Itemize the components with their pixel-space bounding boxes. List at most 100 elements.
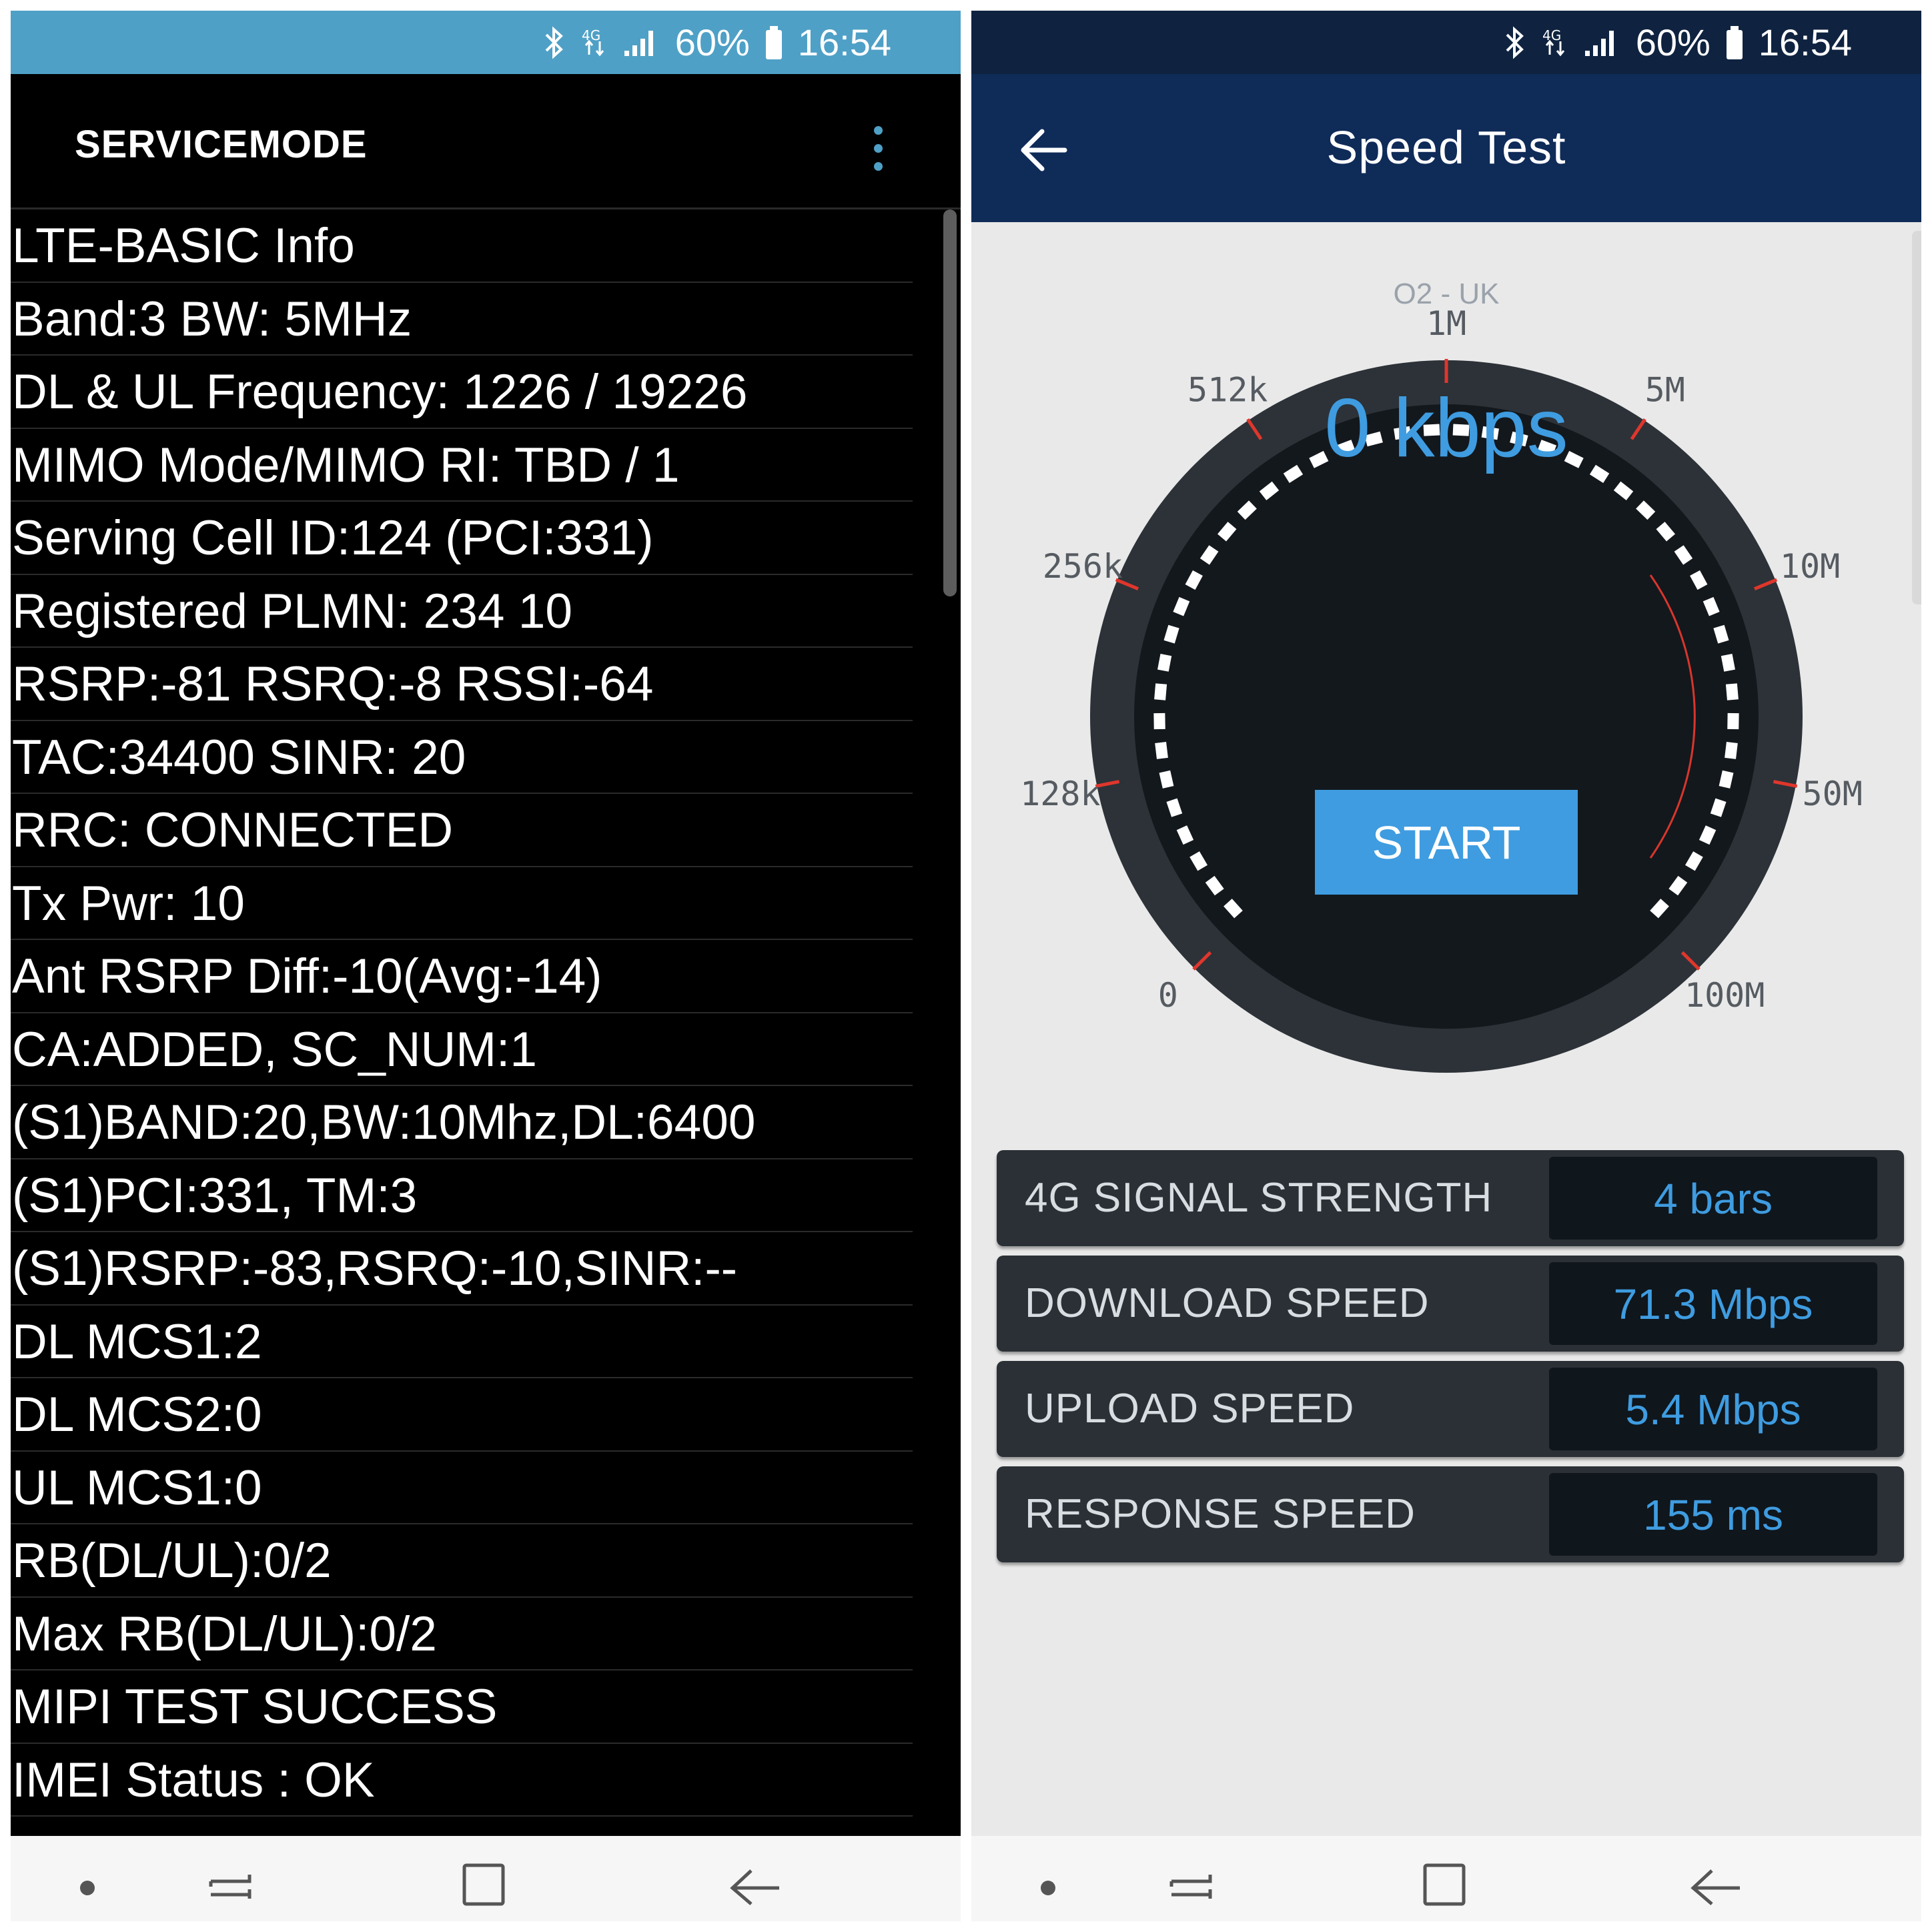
battery-icon (765, 25, 782, 59)
operator-label: O2 - UK (1393, 278, 1500, 310)
back-icon[interactable] (724, 1856, 785, 1909)
stat-label: RESPONSE SPEED (1025, 1491, 1416, 1537)
page-title: SERVICEMODE (75, 123, 368, 166)
gauge-segment (1719, 770, 1734, 789)
service-mode-screen: 4G 60% 16:54 SERVICEMODE LTE-BASIC Info B… (11, 11, 961, 1921)
stat-label: DOWNLOAD SPEED (1025, 1280, 1430, 1326)
signal-icon (624, 30, 653, 56)
info-line: DL MCS1:2 (11, 1306, 913, 1378)
gauge-segment (1237, 500, 1257, 520)
gauge-segment (1159, 770, 1174, 789)
page-title: Speed Test (1326, 121, 1566, 173)
stat-label: UPLOAD SPEED (1025, 1386, 1355, 1432)
stat-value: 4 bars (1654, 1175, 1773, 1223)
gauge-segment (1684, 851, 1703, 871)
info-line: UL MCS1:0 (11, 1452, 913, 1524)
gauge-scale-label: 100M (1684, 976, 1765, 1015)
scrollbar[interactable] (943, 209, 957, 596)
info-line: (S1)BAND:20,BW:10Mhz,DL:6400 (11, 1086, 913, 1159)
speed-test-screen: 4G 60% 16:54 Speed Test 0 128k 256k 512k 1M 5… (971, 11, 1921, 1921)
network-4g-icon: 4G (582, 27, 604, 56)
stat-value-box: 155 ms (1549, 1473, 1877, 1556)
home-icon[interactable] (458, 1856, 511, 1909)
network-label: 4G (1542, 27, 1561, 43)
gauge-segment (1721, 654, 1735, 672)
gauge-segment (1725, 683, 1739, 700)
gauge-segment (1713, 624, 1729, 644)
stat-row: UPLOAD SPEED 5.4 Mbps (997, 1361, 1904, 1457)
gauge-scale-label: 10M (1780, 547, 1840, 586)
stat-label: 4G SIGNAL STRENGTH (1025, 1175, 1493, 1221)
stat-value: 71.3 Mbps (1613, 1280, 1813, 1328)
status-bar: 4G 60% 16:54 (971, 11, 1921, 74)
gauge-segment (1613, 481, 1634, 500)
nav-dot-icon[interactable] (1025, 1856, 1071, 1909)
recents-icon[interactable] (191, 1856, 271, 1909)
back-icon[interactable] (1685, 1856, 1745, 1909)
stat-value: 5.4 Mbps (1625, 1386, 1801, 1434)
gauge-segment (1710, 798, 1727, 817)
clock: 16:54 (1758, 21, 1852, 63)
stat-value-box: 5.4 Mbps (1549, 1368, 1877, 1450)
start-button[interactable]: START (1315, 790, 1578, 895)
lte-info-list[interactable]: LTE-BASIC Info Band:3 BW: 5MHz DL & UL Fre… (11, 209, 913, 1817)
gauge-segment (1163, 624, 1179, 644)
gauge-scale-label: 256k (1043, 547, 1123, 586)
gauge-segment (1189, 851, 1208, 871)
info-line: Band:3 BW: 5MHz (11, 283, 913, 356)
gauge-segment (1176, 825, 1194, 845)
gauge-segment (1173, 596, 1190, 616)
gauge-segment (1690, 570, 1708, 590)
gauge-segment (1703, 596, 1720, 616)
battery-icon (1726, 25, 1743, 59)
gauge-segment (1185, 570, 1203, 590)
info-line: Max RB(DL/UL):0/2 (11, 1598, 913, 1670)
gauge-segment (1668, 875, 1688, 896)
gauge-scale-label: 128k (1020, 775, 1100, 813)
gauge-face (1134, 404, 1759, 1029)
app-header: Speed Test (971, 74, 1921, 222)
status-bar: 4G 60% 16:54 (11, 11, 961, 74)
stat-value: 155 ms (1643, 1491, 1783, 1539)
gauge-segment (1699, 825, 1717, 845)
navigation-bar (11, 1836, 961, 1921)
nav-dot-icon[interactable] (64, 1856, 111, 1909)
navigation-bar (971, 1836, 1921, 1921)
gauge-segment (1636, 500, 1656, 520)
gauge-segment (1218, 522, 1237, 542)
gauge-segment (1725, 741, 1738, 759)
info-line: RB(DL/UL):0/2 (11, 1524, 913, 1598)
signal-icon (1584, 30, 1614, 56)
stat-value-box: 4 bars (1549, 1157, 1877, 1240)
gauge-segment (1166, 798, 1183, 817)
gauge-segment (1224, 899, 1243, 919)
gauge-scale-label: 0 (1158, 976, 1178, 1015)
gauge-segment (1199, 545, 1219, 565)
home-icon[interactable] (1418, 1856, 1472, 1909)
info-line: (S1)PCI:331, TM:3 (11, 1159, 913, 1232)
stat-row: RESPONSE SPEED 155 ms (997, 1466, 1904, 1562)
speed-gauge: 0128k256k512k1M5M10M50M100M (1020, 304, 1863, 1073)
gauge-segment (1157, 654, 1172, 672)
info-line: IMEI Status : OK (11, 1744, 913, 1817)
network-label: 4G (582, 27, 600, 43)
info-line: RSRP:-81 RSRQ:-8 RSSI:-64 (11, 648, 913, 721)
gauge-segment (1259, 481, 1280, 500)
battery-percent: 60% (1635, 21, 1711, 63)
gauge-segment (1154, 683, 1167, 700)
clock: 16:54 (797, 21, 891, 63)
info-line: DL & UL Frequency: 1226 / 19226 (11, 356, 913, 429)
gauge-segment (1674, 545, 1693, 565)
info-line: TAC:34400 SINR: 20 (11, 721, 913, 794)
info-line: MIMO Mode/MIMO RI: TBD / 1 (11, 429, 913, 502)
gauge-segment (1155, 741, 1168, 759)
stat-row: DOWNLOAD SPEED 71.3 Mbps (997, 1256, 1904, 1352)
current-speed: 0 kbps (1324, 382, 1568, 474)
bluetooth-icon (545, 25, 563, 59)
recents-icon[interactable] (1151, 1856, 1232, 1909)
more-options-icon[interactable] (871, 126, 885, 174)
app-header: SERVICEMODE (11, 74, 961, 209)
gauge-segment (1205, 875, 1224, 896)
info-line: (S1)RSRP:-83,RSRQ:-10,SINR:-- (11, 1232, 913, 1306)
info-line: RRC: CONNECTED (11, 794, 913, 867)
